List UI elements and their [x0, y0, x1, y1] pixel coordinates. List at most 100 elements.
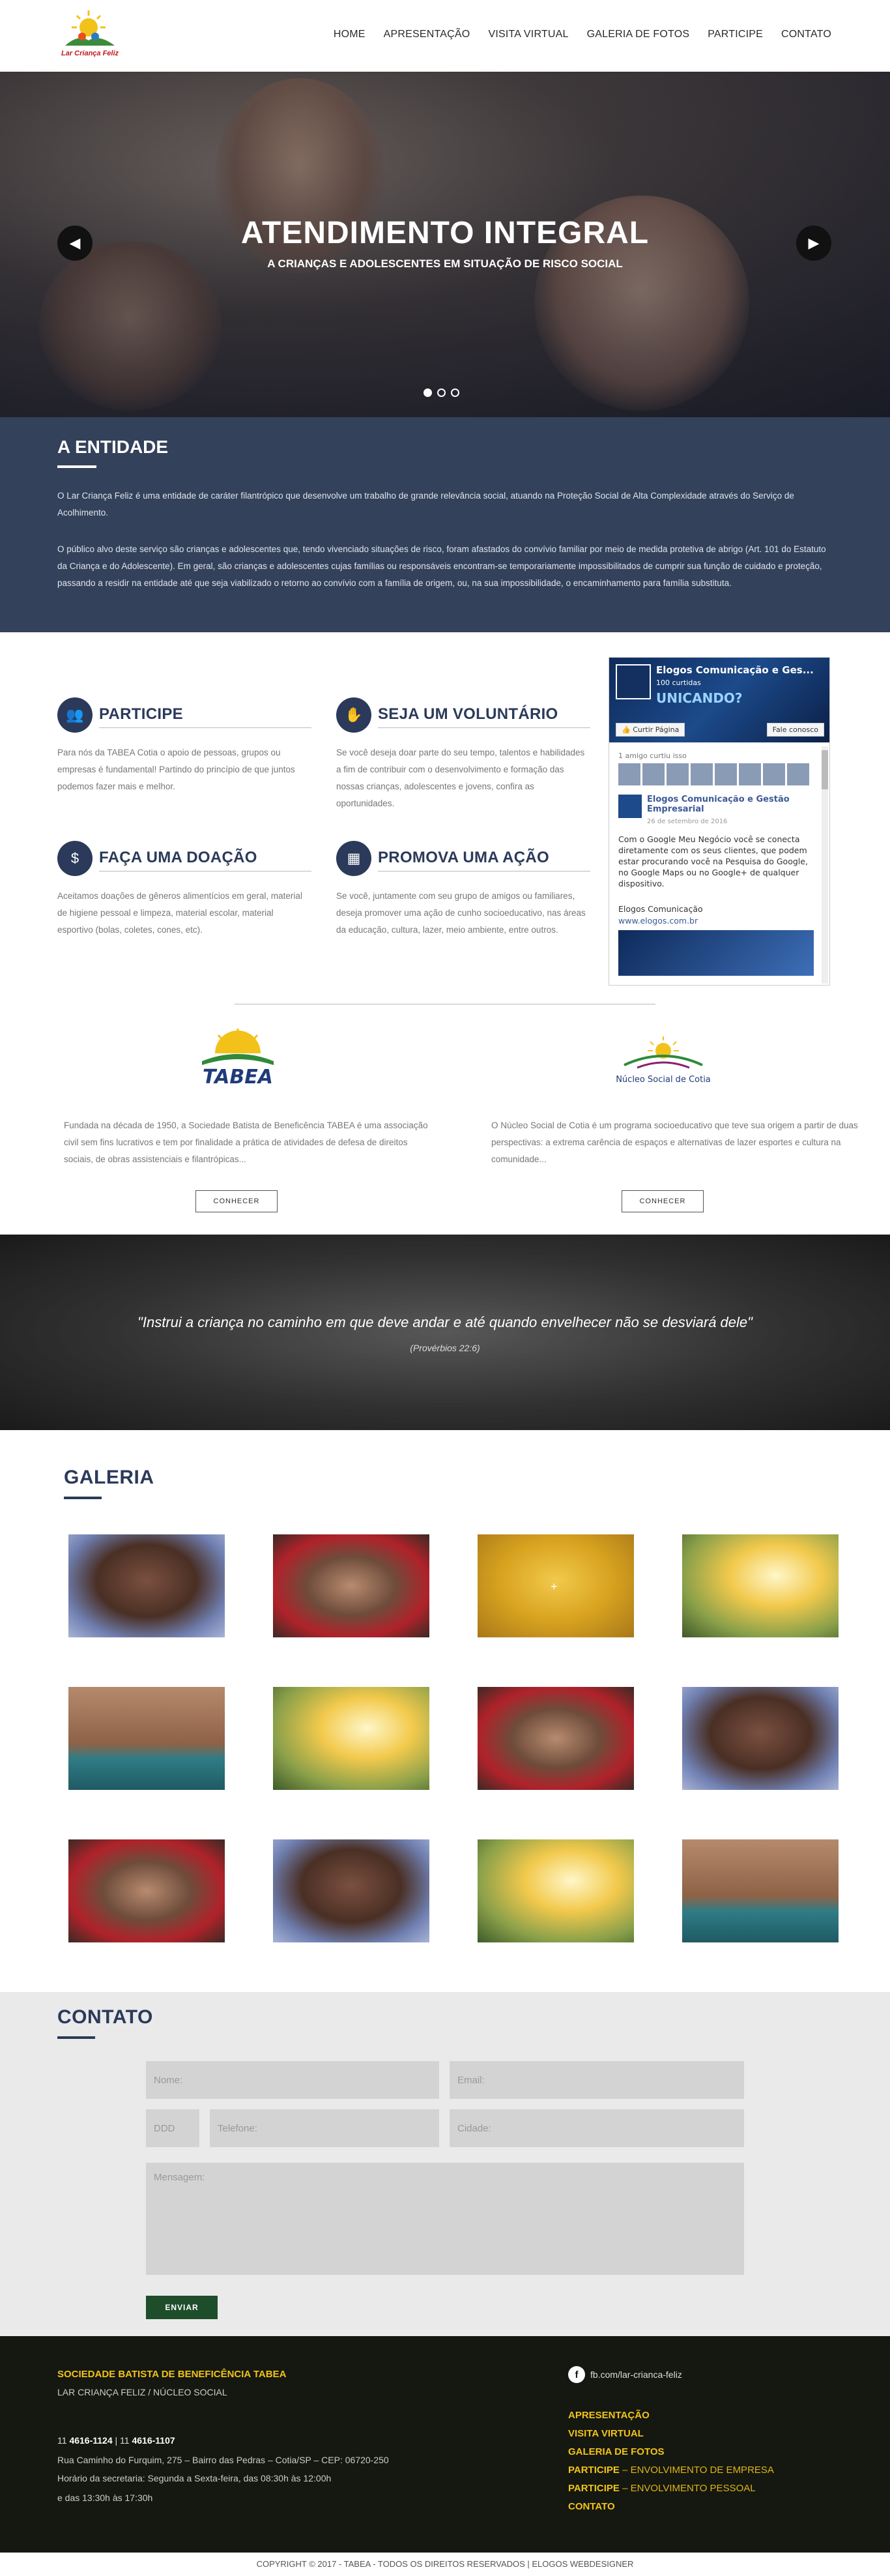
footer-menu-item[interactable]: GALERIA DE FOTOS [568, 2443, 774, 2461]
nav-visita-virtual[interactable]: VISITA VIRTUAL [488, 29, 568, 40]
fb-contact-button[interactable]: Fale conosco [766, 723, 824, 737]
nucleo-sun-icon: Núcleo Social de Cotia [616, 1036, 711, 1085]
phone-prefix: 11 [57, 2435, 67, 2446]
menu-sublabel: – ENVOLVIMENTO DE EMPRESA [619, 2465, 774, 2476]
footer-facebook-link[interactable]: f fb.com/lar-crianca-feliz [568, 2366, 682, 2383]
footer-menu-item[interactable]: CONTATO [568, 2498, 774, 2516]
gallery-image[interactable] [68, 1534, 225, 1637]
fb-like-icon: 👍 [622, 725, 631, 734]
avatar[interactable] [618, 763, 640, 785]
gallery-image[interactable] [68, 1839, 225, 1942]
site-logo[interactable]: Lar Criança Feliz [59, 8, 130, 65]
nav-galeria[interactable]: GALERIA DE FOTOS [587, 29, 690, 40]
avatar[interactable] [691, 763, 713, 785]
gallery-image[interactable] [682, 1534, 839, 1637]
nav-participe[interactable]: PARTICIPE [708, 29, 763, 40]
nucleo-description: O Núcleo Social de Cotia é um programa s… [491, 1120, 858, 1164]
fb-post-text: Com o Google Meu Negócio você se conecta… [618, 834, 808, 888]
action-text: Aceitamos doações de gêneros alimentício… [57, 891, 302, 935]
fb-post-image[interactable] [618, 930, 814, 976]
gallery-image[interactable] [682, 1687, 839, 1790]
fb-scroll-thumb[interactable] [822, 750, 828, 789]
footer-menu-item[interactable]: PARTICIPE – ENVOLVIMENTO PESSOAL [568, 2480, 774, 2498]
enviar-button[interactable]: ENVIAR [146, 2296, 218, 2319]
nav-contato[interactable]: CONTATO [781, 29, 831, 40]
chevron-right-icon: ▶ [808, 235, 820, 251]
cidade-input[interactable] [450, 2109, 744, 2147]
title-underline [64, 1497, 102, 1499]
hero-slider: ATENDIMENTO INTEGRAL A CRIANÇAS E ADOLES… [0, 72, 890, 417]
nav-apresentacao[interactable]: APRESENTAÇÃO [384, 29, 470, 40]
email-input[interactable] [450, 2061, 744, 2099]
slider-dot[interactable] [451, 388, 459, 397]
calendar-icon: ▦ [336, 841, 371, 876]
menu-label: PARTICIPE [568, 2483, 620, 2494]
fb-post-avatar[interactable] [618, 795, 642, 818]
galeria-title: GALERIA [64, 1467, 154, 1488]
gallery-image[interactable] [682, 1839, 839, 1942]
footer-menu-item[interactable]: VISITA VIRTUAL [568, 2425, 774, 2443]
slider-dot[interactable] [423, 388, 432, 397]
footer-subtitle: LAR CRIANÇA FELIZ / NÚCLEO SOCIAL [57, 2387, 227, 2397]
tabea-description: Fundada na década de 1950, a Sociedade B… [64, 1120, 428, 1164]
nome-input[interactable] [146, 2061, 439, 2099]
phone-number[interactable]: 4616-1124 [69, 2435, 112, 2446]
action-title: SEJA UM VOLUNTÁRIO [378, 705, 558, 723]
hero-title: ATENDIMENTO INTEGRAL [240, 216, 650, 250]
avatar[interactable] [739, 763, 761, 785]
facebook-widget[interactable]: Elogos Comunicação e Ges... 100 curtidas… [609, 657, 830, 986]
avatar[interactable] [642, 763, 665, 785]
dollar-icon: $ [57, 841, 93, 876]
nucleo-logo-text: Núcleo Social de Cotia [616, 1075, 711, 1085]
gallery-image[interactable] [68, 1687, 225, 1790]
phone-number[interactable]: 4616-1107 [132, 2435, 175, 2446]
telefone-input[interactable] [210, 2109, 439, 2147]
footer-address: Rua Caminho do Furquim, 275 – Bairro das… [57, 2455, 389, 2465]
footer-menu-item[interactable]: PARTICIPE – ENVOLVIMENTO DE EMPRESA [568, 2461, 774, 2480]
fb-post-author[interactable]: Elogos Comunicação e Gestão Empresarial [647, 795, 814, 814]
gallery-image[interactable] [273, 1687, 429, 1790]
fb-like-button[interactable]: 👍 Curtir Página [616, 723, 685, 737]
slider-prev-button[interactable]: ◀ [57, 226, 93, 261]
slider-dot[interactable] [437, 388, 446, 397]
facebook-url: fb.com/lar-crianca-feliz [590, 2369, 682, 2380]
avatar[interactable] [715, 763, 737, 785]
mensagem-textarea[interactable] [146, 2163, 744, 2275]
fb-scrollbar[interactable] [822, 746, 828, 984]
nucleo-social-logo[interactable]: Núcleo Social de Cotia [598, 1027, 728, 1096]
tabea-sun-icon: TABEA [202, 1029, 274, 1089]
gallery-image[interactable] [478, 1687, 634, 1790]
gallery-image[interactable] [478, 1839, 634, 1942]
avatar[interactable] [763, 763, 785, 785]
contato-title: CONTATO [57, 2006, 153, 2028]
gallery-image[interactable] [273, 1839, 429, 1942]
tabea-logo[interactable]: TABEA [195, 1027, 280, 1096]
action-text: Se você, juntamente com seu grupo de ami… [336, 891, 586, 935]
fb-post-link[interactable]: www.elogos.com.br [618, 916, 698, 926]
avatar[interactable] [787, 763, 809, 785]
fb-post-date[interactable]: 26 de setembro de 2016 [647, 818, 727, 825]
fb-page-name[interactable]: Elogos Comunicação e Ges... [656, 664, 825, 676]
menu-label: GALERIA DE FOTOS [568, 2446, 665, 2457]
conhecer-tabea-button[interactable]: CONHECER [195, 1190, 278, 1212]
avatar[interactable] [667, 763, 689, 785]
action-title: PARTICIPE [99, 705, 183, 723]
action-title: PROMOVA UMA AÇÃO [378, 849, 550, 866]
action-text: Para nós da TABEA Cotia o apoio de pesso… [57, 748, 295, 791]
copyright-bar: COPYRIGHT © 2017 - TABEA - TODOS OS DIRE… [0, 2553, 890, 2576]
slider-next-button[interactable]: ▶ [796, 226, 831, 261]
fb-contact-label: Fale conosco [772, 725, 818, 734]
quote-text: "Instrui a criança no caminho em que dev… [137, 1314, 753, 1330]
action-divider [99, 727, 311, 728]
footer-menu-item[interactable]: APRESENTAÇÃO [568, 2407, 774, 2425]
fb-like-label: Curtir Página [633, 725, 680, 734]
contato-section: CONTATO ENVIAR [0, 1992, 890, 2336]
site-header: Lar Criança Feliz HOME APRESENTAÇÃO VISI… [0, 0, 890, 72]
gallery-image[interactable] [273, 1534, 429, 1637]
gallery-image[interactable]: + [478, 1534, 634, 1637]
ddd-input[interactable] [146, 2109, 199, 2147]
conhecer-nucleo-button[interactable]: CONHECER [622, 1190, 704, 1212]
hero-subtitle: A CRIANÇAS E ADOLESCENTES EM SITUAÇÃO DE… [267, 257, 623, 270]
nav-home[interactable]: HOME [334, 29, 366, 40]
fb-page-avatar[interactable] [616, 664, 651, 699]
